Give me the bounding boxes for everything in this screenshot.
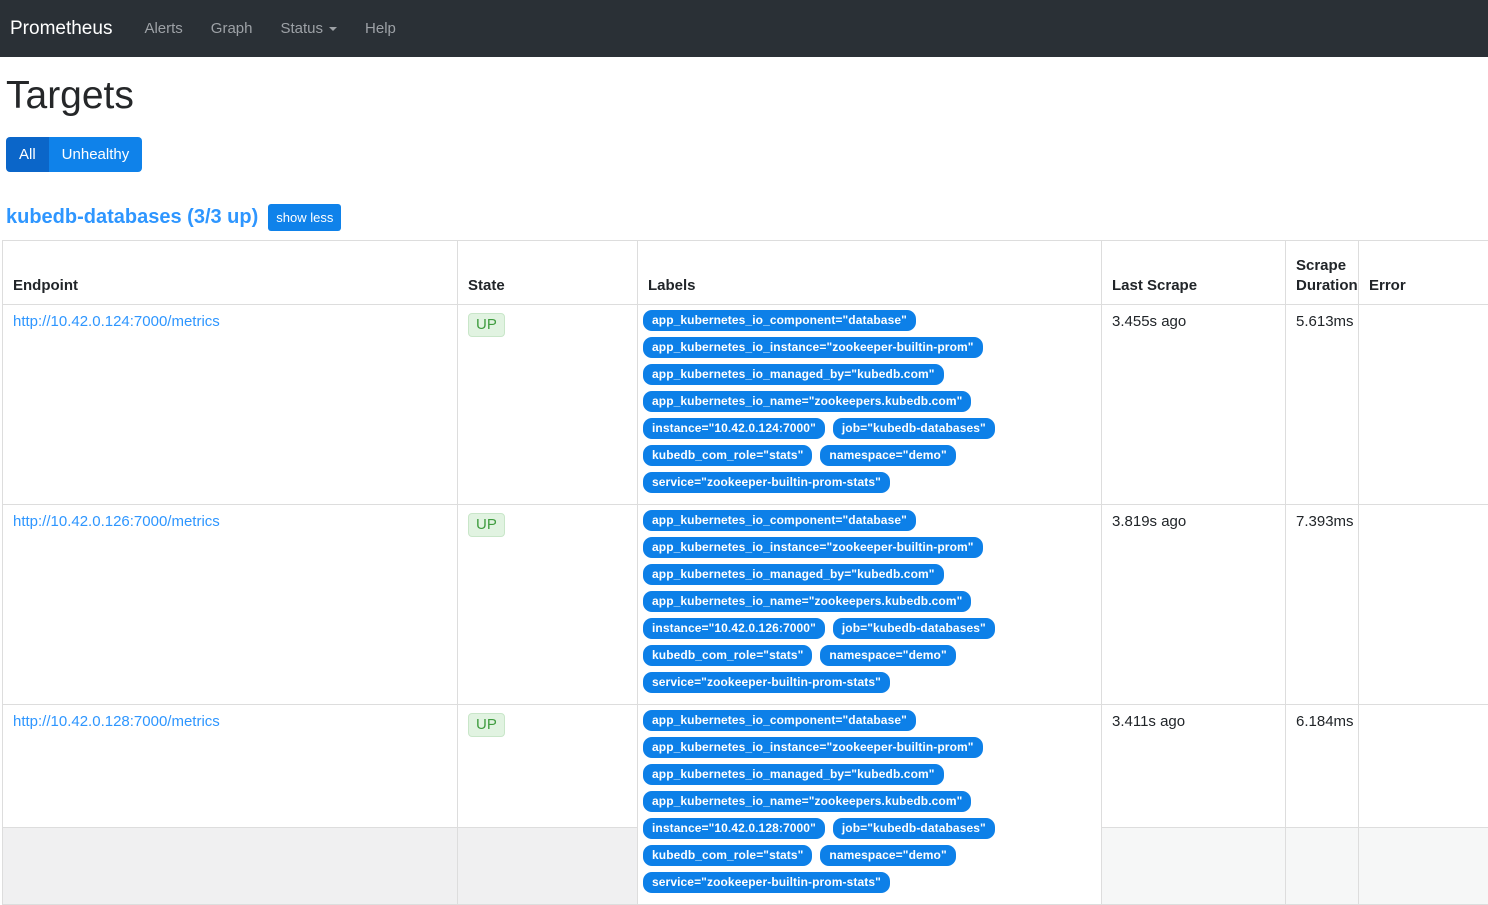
label-badge: app_kubernetes_io_name="zookeepers.kubed… [643, 791, 971, 812]
label-badge: job="kubedb-databases" [833, 818, 995, 839]
label-badge: app_kubernetes_io_component="database" [643, 310, 916, 331]
viewport-cutoff-band [1102, 827, 1285, 904]
labels-cell: app_kubernetes_io_component="database"ap… [638, 705, 1102, 905]
endpoint-cell: http://10.42.0.124:7000/metrics [3, 305, 458, 505]
label-badge: service="zookeeper-builtin-prom-stats" [643, 872, 890, 893]
label-badge: app_kubernetes_io_instance="zookeeper-bu… [643, 337, 983, 358]
col-header-state: State [458, 241, 638, 305]
top-navbar: Prometheus Alerts Graph Status Help [0, 0, 1488, 57]
label-badge: instance="10.42.0.124:7000" [643, 418, 825, 439]
prometheus-brand[interactable]: Prometheus [10, 18, 112, 40]
endpoint-link[interactable]: http://10.42.0.128:7000/metrics [13, 713, 220, 730]
col-header-labels: Labels [638, 241, 1102, 305]
label-badges: app_kubernetes_io_component="database"ap… [643, 510, 1096, 693]
col-header-endpoint: Endpoint [3, 241, 458, 305]
targets-table-header: Endpoint State Labels Last Scrape Scrape… [3, 241, 1488, 305]
targets-table-body: http://10.42.0.124:7000/metrics UP app_k… [3, 305, 1488, 905]
labels-cell: app_kubernetes_io_component="database"ap… [638, 305, 1102, 505]
viewport-cutoff-band [1359, 827, 1488, 904]
label-badge: instance="10.42.0.126:7000" [643, 618, 825, 639]
state-up-badge: UP [468, 713, 505, 737]
viewport-cutoff-band [3, 827, 457, 904]
navbar-menu: Alerts Graph Status Help [130, 12, 409, 45]
label-badge: app_kubernetes_io_instance="zookeeper-bu… [643, 737, 983, 758]
nav-graph[interactable]: Graph [197, 12, 267, 45]
nav-help[interactable]: Help [351, 12, 410, 45]
label-badge: app_kubernetes_io_component="database" [643, 710, 916, 731]
col-header-last-scrape: Last Scrape [1102, 241, 1286, 305]
label-badge: app_kubernetes_io_managed_by="kubedb.com… [643, 764, 944, 785]
job-section-header: kubedb-databases (3/3 up) show less [6, 204, 1486, 231]
state-filter-group: All Unhealthy [6, 137, 142, 172]
label-badge: app_kubernetes_io_managed_by="kubedb.com… [643, 564, 944, 585]
state-up-badge: UP [468, 513, 505, 537]
error-cell [1359, 305, 1488, 505]
nav-status-dropdown[interactable]: Status [267, 12, 352, 45]
label-badge: kubedb_com_role="stats" [643, 845, 812, 866]
target-row: http://10.42.0.128:7000/metrics UP app_k… [3, 705, 1488, 905]
label-badge: app_kubernetes_io_managed_by="kubedb.com… [643, 364, 944, 385]
scrape-duration-cell: 7.393ms [1286, 505, 1359, 705]
label-badge: service="zookeeper-builtin-prom-stats" [643, 472, 890, 493]
scrape-duration-cell: 5.613ms [1286, 305, 1359, 505]
nav-alerts-label: Alerts [144, 20, 182, 37]
col-header-error: Error [1359, 241, 1488, 305]
endpoint-cell: http://10.42.0.126:7000/metrics [3, 505, 458, 705]
label-badge: service="zookeeper-builtin-prom-stats" [643, 672, 890, 693]
targets-table: Endpoint State Labels Last Scrape Scrape… [2, 240, 1488, 905]
nav-alerts[interactable]: Alerts [130, 12, 196, 45]
label-badge: instance="10.42.0.128:7000" [643, 818, 825, 839]
col-header-scrape-duration: Scrape Duration [1286, 241, 1359, 305]
last-scrape-cell: 3.819s ago [1102, 505, 1286, 705]
state-cell: UP [458, 705, 638, 905]
filter-unhealthy-button[interactable]: Unhealthy [49, 137, 143, 172]
label-badge: app_kubernetes_io_instance="zookeeper-bu… [643, 537, 983, 558]
error-cell [1359, 705, 1488, 905]
endpoint-cell: http://10.42.0.128:7000/metrics [3, 705, 458, 905]
show-less-button[interactable]: show less [268, 204, 341, 231]
chevron-down-icon [329, 27, 337, 31]
page-title: Targets [6, 74, 1486, 118]
endpoint-link[interactable]: http://10.42.0.124:7000/metrics [13, 313, 220, 330]
nav-help-label: Help [365, 20, 396, 37]
label-badge: app_kubernetes_io_name="zookeepers.kubed… [643, 591, 971, 612]
state-up-badge: UP [468, 313, 505, 337]
state-cell: UP [458, 305, 638, 505]
label-badge: namespace="demo" [820, 845, 955, 866]
nav-graph-label: Graph [211, 20, 253, 37]
label-badges: app_kubernetes_io_component="database"ap… [643, 710, 1096, 893]
nav-status-label: Status [281, 20, 324, 37]
label-badge: namespace="demo" [820, 645, 955, 666]
label-badge: app_kubernetes_io_component="database" [643, 510, 916, 531]
scrape-duration-cell: 6.184ms [1286, 705, 1359, 905]
target-row: http://10.42.0.124:7000/metrics UP app_k… [3, 305, 1488, 505]
last-scrape-cell: 3.455s ago [1102, 305, 1286, 505]
target-row: http://10.42.0.126:7000/metrics UP app_k… [3, 505, 1488, 705]
job-heading-link[interactable]: kubedb-databases (3/3 up) [6, 206, 258, 229]
targets-page: Targets All Unhealthy kubedb-databases (… [0, 74, 1488, 905]
state-cell: UP [458, 505, 638, 705]
labels-cell: app_kubernetes_io_component="database"ap… [638, 505, 1102, 705]
endpoint-link[interactable]: http://10.42.0.126:7000/metrics [13, 513, 220, 530]
label-badge: kubedb_com_role="stats" [643, 645, 812, 666]
label-badge: kubedb_com_role="stats" [643, 445, 812, 466]
error-cell [1359, 505, 1488, 705]
label-badges: app_kubernetes_io_component="database"ap… [643, 310, 1096, 493]
label-badge: namespace="demo" [820, 445, 955, 466]
label-badge: job="kubedb-databases" [833, 618, 995, 639]
filter-all-button[interactable]: All [6, 137, 49, 172]
viewport-cutoff-band [458, 827, 637, 904]
label-badge: job="kubedb-databases" [833, 418, 995, 439]
label-badge: app_kubernetes_io_name="zookeepers.kubed… [643, 391, 971, 412]
viewport-cutoff-band [1286, 827, 1358, 904]
last-scrape-cell: 3.411s ago [1102, 705, 1286, 905]
